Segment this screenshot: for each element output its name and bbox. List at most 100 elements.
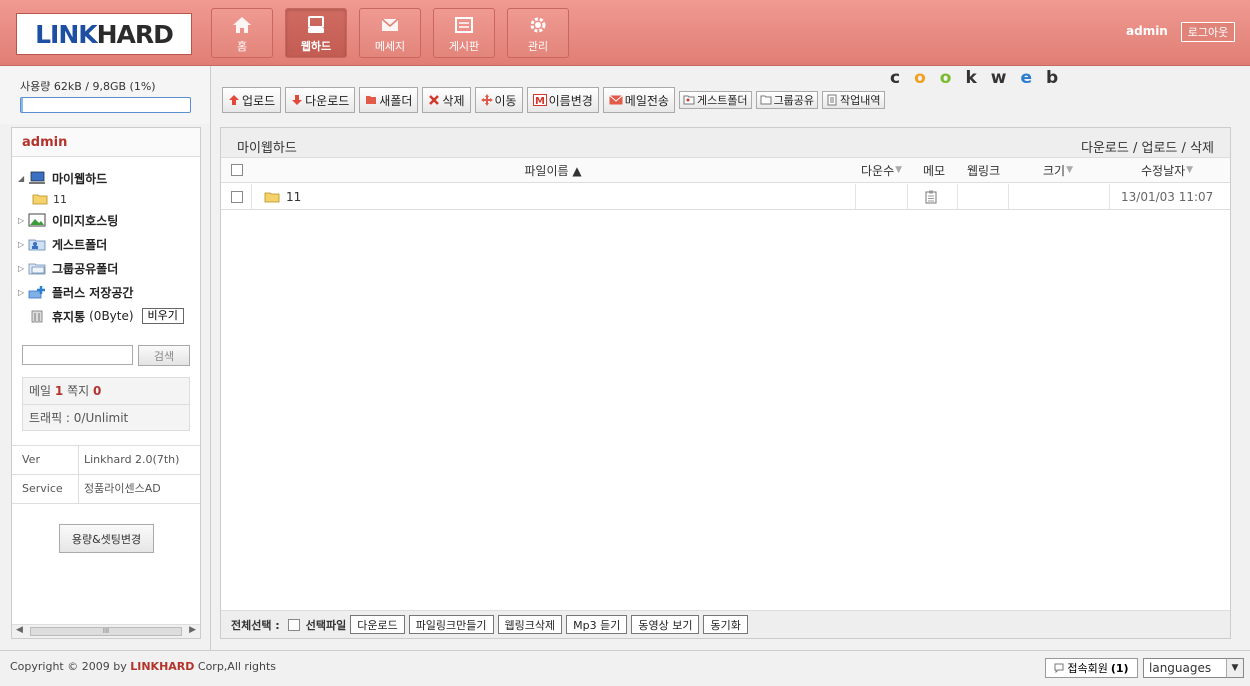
tree-label-guest-folder: 게스트폴더 (52, 237, 108, 252)
linkhard-logo[interactable]: LINK HARD (16, 13, 192, 55)
rename-button[interactable]: M 이름변경 (526, 87, 599, 113)
chevron-down-icon[interactable]: ▼ (1226, 659, 1243, 677)
file-list-panel: 마이웹하드 다운로드 / 업로드 / 삭제 파일이름 ▲ 다운수 ▼ 메모 웹링크… (220, 127, 1231, 639)
upload-arrow-icon (229, 95, 239, 105)
delete-button[interactable]: 삭제 (422, 87, 471, 113)
cookweb-logo[interactable]: cookweb (890, 68, 1072, 88)
search-button[interactable]: 검색 (138, 345, 190, 366)
logo-text-hard: HARD (96, 19, 174, 49)
separator: / (1181, 141, 1186, 156)
upload-button[interactable]: 업로드 (222, 87, 282, 113)
quick-upload-link[interactable]: 업로드 (1142, 141, 1178, 156)
note-label: 쪽지 (67, 384, 90, 398)
svg-text:M: M (535, 96, 545, 106)
send-email-button[interactable]: 메일전송 (602, 87, 675, 113)
file-table-header: 파일이름 ▲ 다운수 ▼ 메모 웹링크 크기 ▼ 수정날자 ▼ (221, 158, 1230, 183)
gear-icon (530, 17, 546, 33)
mail-note-row[interactable]: 메일 1 쪽지 0 (23, 378, 189, 404)
quick-download-link[interactable]: 다운로드 (1081, 141, 1129, 156)
tree-item-plus-storage[interactable]: ▷ 플러스 저장공간 (12, 280, 200, 304)
new-folder-button[interactable]: 새폴더 (359, 87, 419, 113)
info-value: 정품라이센스AD (84, 482, 161, 495)
collapsed-arrow-icon[interactable]: ▷ (18, 264, 28, 273)
select-all-checkbox[interactable] (231, 164, 243, 176)
column-memo: 메모 (923, 158, 945, 182)
nav-home[interactable]: 홈 (211, 8, 273, 58)
search-input[interactable] (22, 345, 133, 365)
copyright: Copyright © 2009 by LINKHARD Corp,All ri… (10, 660, 276, 673)
column-modified[interactable]: 수정날자 ▼ (1141, 158, 1193, 182)
footer-download-button[interactable]: 다운로드 (350, 615, 405, 634)
separator: / (1132, 141, 1138, 156)
logo-letter: b (1046, 68, 1073, 88)
tree-label-image-hosting: 이미지호스팅 (52, 213, 119, 228)
sidebar-horizontal-scrollbar[interactable]: ◀ III ▶ (12, 624, 200, 638)
sync-button[interactable]: 동기화 (703, 615, 748, 634)
mp3-listen-button[interactable]: Mp3 듣기 (566, 615, 628, 634)
row-memo[interactable] (925, 184, 937, 209)
trash-icon (31, 310, 43, 323)
column-filename[interactable]: 파일이름 ▲ (251, 158, 855, 182)
upload-label: 업로드 (242, 93, 276, 108)
column-downloads[interactable]: 다운수 ▼ (861, 158, 902, 182)
mailbox-summary: 메일 1 쪽지 0 트래픽 : 0/Unlimit (22, 377, 190, 431)
group-share-button[interactable]: 그룹공유 (755, 91, 819, 109)
folder-icon (32, 194, 48, 205)
column-size-label: 크기 (1043, 163, 1066, 178)
video-view-button[interactable]: 동영상 보기 (631, 615, 700, 634)
footer-select-all-checkbox[interactable] (287, 618, 300, 631)
header-username: admin (1126, 24, 1168, 38)
tree-item-guest-folder[interactable]: ▷ 게스트폴더 (12, 232, 200, 256)
scroll-left-arrow-icon[interactable]: ◀ (16, 625, 23, 635)
sort-arrow-icon: ▼ (895, 165, 903, 175)
collapsed-arrow-icon[interactable]: ▷ (18, 288, 28, 297)
empty-trash-button[interactable]: 비우기 (141, 308, 184, 324)
row-checkbox[interactable] (231, 190, 243, 203)
delete-weblink-button[interactable]: 웹링크삭제 (497, 615, 563, 634)
mail-label: 메일 (29, 384, 52, 398)
tree-item-group-folder[interactable]: ▷ 그룹공유폴더 (12, 256, 200, 280)
collapsed-arrow-icon[interactable]: ▷ (18, 240, 28, 249)
group-share-label: 그룹공유 (773, 94, 815, 107)
file-panel-header: 마이웹하드 다운로드 / 업로드 / 삭제 (221, 128, 1230, 158)
quick-delete-link[interactable]: 삭제 (1190, 141, 1214, 156)
delete-label: 삭제 (442, 93, 465, 108)
table-row[interactable]: 11 13/01/03 11:07 (221, 184, 1230, 210)
work-history-button[interactable]: 작업내역 (822, 91, 885, 109)
logo-letter: e (1020, 68, 1047, 88)
collapsed-arrow-icon[interactable]: ▷ (18, 216, 28, 225)
nav-message[interactable]: 메세지 (359, 8, 421, 58)
tree-item-image-hosting[interactable]: ▷ 이미지호스팅 (12, 208, 200, 232)
trash-size: (0Byte) (89, 309, 134, 323)
capacity-settings-button[interactable]: 용량&셋팅변경 (59, 524, 154, 553)
group-share-icon (760, 95, 772, 105)
row-filename[interactable]: 11 (264, 184, 301, 209)
nav-board[interactable]: 게시판 (433, 8, 495, 58)
nav-admin[interactable]: 관리 (507, 8, 569, 58)
quick-actions: 다운로드 / 업로드 / 삭제 (1081, 137, 1214, 156)
scrollbar-thumb[interactable]: III (30, 627, 182, 636)
tree-item-my-webhard[interactable]: ◢ 마이웹하드 (12, 166, 200, 190)
logo-text-link: LINK (35, 19, 98, 49)
computer-icon (29, 171, 45, 184)
new-folder-icon (366, 96, 377, 104)
expanded-arrow-icon[interactable]: ◢ (18, 174, 28, 183)
guest-folder-button[interactable]: 게스트폴더 (678, 91, 752, 109)
create-file-link-button[interactable]: 파일링크만들기 (408, 615, 494, 634)
download-button[interactable]: 다운로드 (285, 87, 356, 113)
tree-item-folder-11[interactable]: 11 (12, 190, 200, 208)
note-count: 0 (93, 384, 102, 398)
move-button[interactable]: 이동 (474, 87, 523, 113)
column-size[interactable]: 크기 ▼ (1043, 158, 1073, 182)
memo-icon (925, 190, 937, 203)
tree-label-plus-storage: 플러스 저장공간 (52, 285, 134, 300)
column-memo-label: 메모 (923, 163, 946, 178)
tree-item-trash[interactable]: 휴지통 (0Byte) 비우기 (12, 304, 200, 328)
logout-button[interactable]: 로그아웃 (1181, 22, 1235, 42)
scroll-right-arrow-icon[interactable]: ▶ (189, 625, 196, 635)
language-select[interactable]: languages ▼ (1143, 658, 1244, 678)
online-members-button[interactable]: 접속회원 (1) (1045, 658, 1138, 678)
nav-webhard[interactable]: 웹하드 (285, 8, 347, 58)
logo-letter: o (939, 68, 966, 88)
guest-folder-icon (683, 95, 695, 105)
